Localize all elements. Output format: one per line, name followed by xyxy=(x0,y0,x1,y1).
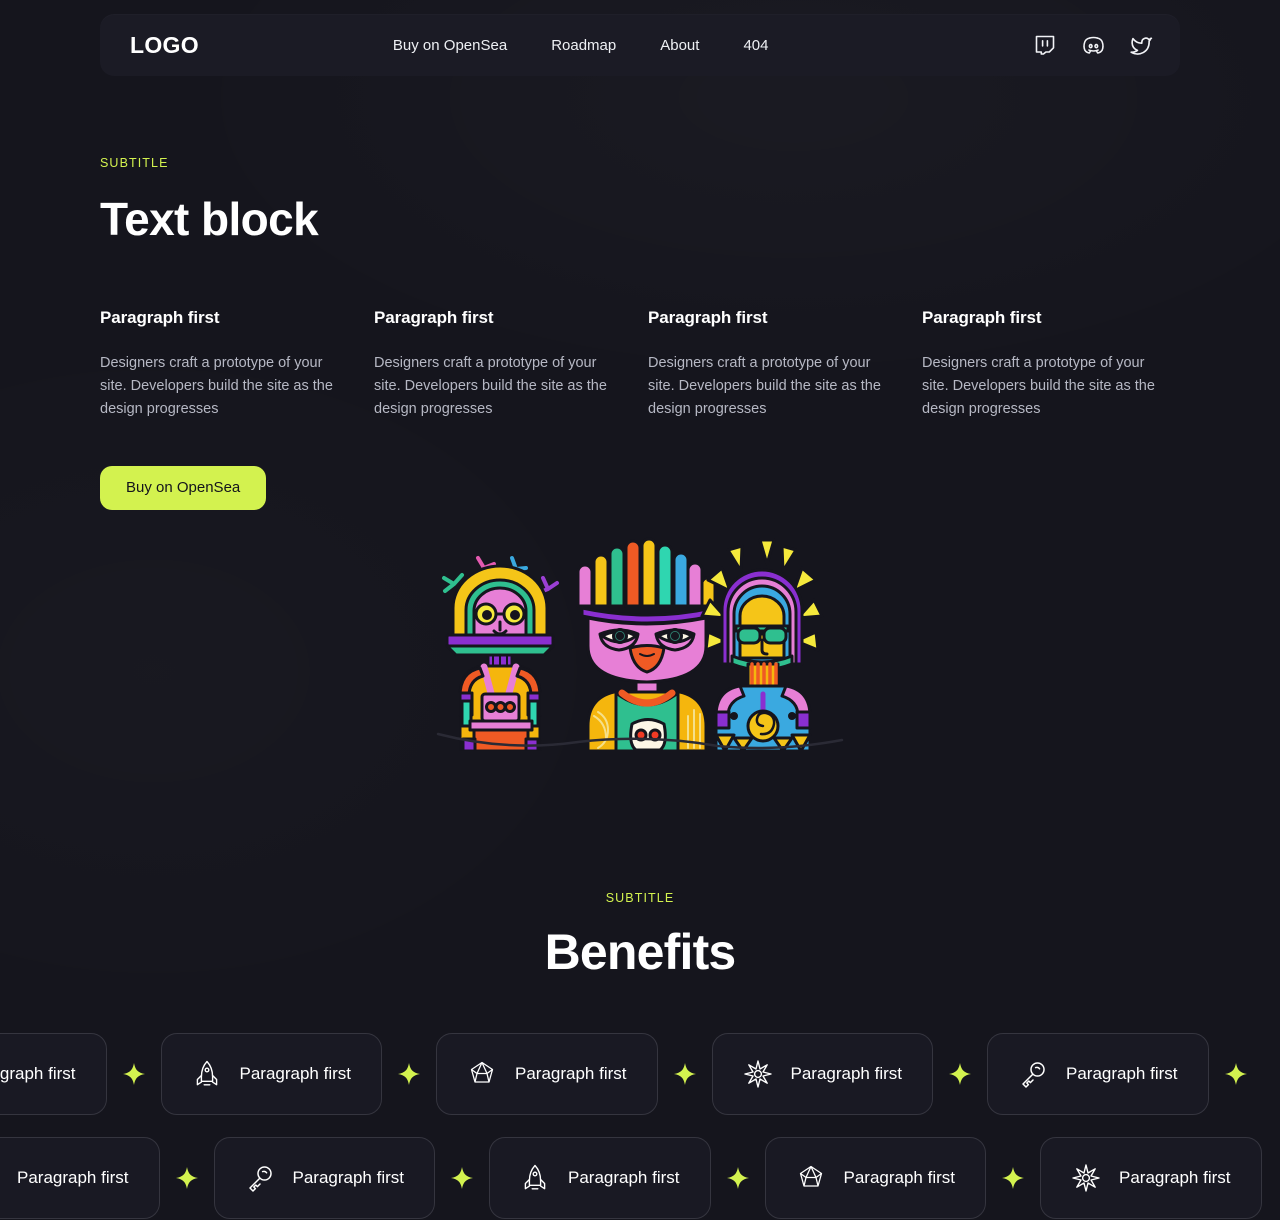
benefit-chip[interactable]: Paragraph first xyxy=(764,1137,986,1219)
feature-column-body: Designers craft a prototype of your site… xyxy=(374,355,607,417)
sparkle-icon xyxy=(986,1167,1040,1189)
astronaut-character xyxy=(442,556,559,751)
benefit-chip[interactable]: Paragraph first xyxy=(436,1033,658,1115)
sunburst-character xyxy=(700,538,824,751)
twitter-icon[interactable] xyxy=(1128,32,1154,58)
nav-link-404[interactable]: 404 xyxy=(743,37,768,54)
gem-icon xyxy=(467,1059,497,1089)
rocket-icon xyxy=(192,1059,222,1089)
sparkle-icon xyxy=(1209,1063,1263,1085)
nav-link-buy-on-opensea[interactable]: Buy on OpenSea xyxy=(393,37,507,54)
benefits-marquee-row-1: Paragraph first Paragraph first xyxy=(0,1033,1280,1115)
benefit-label: Paragraph first xyxy=(843,1168,956,1187)
benefit-chip[interactable]: Paragraph first xyxy=(0,1033,107,1115)
feature-column: Paragraph first Designers craft a protot… xyxy=(922,308,1196,421)
sparkle-icon xyxy=(435,1167,489,1189)
sparkle-icon xyxy=(382,1063,436,1085)
nav-link-roadmap[interactable]: Roadmap xyxy=(551,37,616,54)
benefits-track: Paragraph first Paragraph first xyxy=(0,1137,1280,1219)
benefit-label: Paragraph first xyxy=(239,1064,352,1083)
benefit-label: Paragraph first xyxy=(17,1168,129,1187)
benefits-track: Paragraph first Paragraph first xyxy=(0,1033,1280,1115)
benefits-header: SUBTITLE Benefits xyxy=(0,891,1280,981)
benefit-label: Paragraph first xyxy=(1066,1064,1178,1083)
key-icon xyxy=(1018,1059,1048,1089)
sparkle-icon xyxy=(107,1063,161,1085)
benefit-label: Paragraph first xyxy=(0,1064,76,1083)
benefit-chip[interactable]: Paragraph first xyxy=(160,1033,382,1115)
social-links xyxy=(1032,32,1154,58)
buy-on-opensea-button[interactable]: Buy on OpenSea xyxy=(100,466,267,510)
gem-icon xyxy=(796,1163,826,1193)
feature-column-title: Paragraph first xyxy=(374,308,494,327)
benefit-label: Paragraph first xyxy=(790,1064,903,1083)
sparkle-icon xyxy=(933,1063,987,1085)
page-title: Text block xyxy=(100,193,319,245)
benefit-label: Paragraph first xyxy=(568,1168,680,1187)
benefits-title: Benefits xyxy=(544,924,737,980)
text-block-section: SUBTITLE Text block Paragraph first Desi… xyxy=(0,156,1280,510)
benefit-chip[interactable]: Paragraph first xyxy=(711,1033,933,1115)
feature-columns: Paragraph first Designers craft a protot… xyxy=(100,308,1180,421)
sparkle-icon xyxy=(160,1167,214,1189)
benefit-chip[interactable]: Paragraph first xyxy=(489,1137,711,1219)
feature-column-title: Paragraph first xyxy=(648,308,768,327)
main-nav: Buy on OpenSea Roadmap About 404 xyxy=(393,37,769,54)
starburst-icon xyxy=(743,1059,773,1089)
nft-characters-artwork xyxy=(436,537,844,751)
benefit-label: Paragraph first xyxy=(292,1168,405,1187)
logo[interactable]: LOGO xyxy=(130,32,199,59)
feature-column: Paragraph first Designers craft a protot… xyxy=(100,308,374,421)
feature-column-title: Paragraph first xyxy=(100,308,220,327)
benefit-chip[interactable]: Paragraph first xyxy=(1040,1137,1262,1219)
feature-column-body: Designers craft a prototype of your site… xyxy=(100,355,333,417)
feathered-character xyxy=(576,537,717,751)
nav-link-about[interactable]: About xyxy=(660,37,699,54)
navbar: LOGO Buy on OpenSea Roadmap About 404 xyxy=(100,14,1180,76)
feature-column: Paragraph first Designers craft a protot… xyxy=(374,308,648,421)
benefit-chip[interactable]: Paragraph first xyxy=(987,1033,1209,1115)
feature-column: Paragraph first Designers craft a protot… xyxy=(648,308,922,421)
discord-icon[interactable] xyxy=(1080,32,1106,58)
benefit-label: Paragraph first xyxy=(1119,1168,1231,1187)
starburst-icon xyxy=(1071,1163,1101,1193)
text-block-eyebrow: SUBTITLE xyxy=(100,156,169,170)
sparkle-icon xyxy=(711,1167,765,1189)
benefit-chip[interactable]: Paragraph first xyxy=(0,1137,160,1219)
benefits-eyebrow: SUBTITLE xyxy=(605,891,675,905)
feature-column-title: Paragraph first xyxy=(922,308,1042,327)
benefits-section: SUBTITLE Benefits Paragraph first xyxy=(0,891,1280,1219)
rocket-icon xyxy=(520,1163,550,1193)
sparkle-icon xyxy=(658,1063,712,1085)
feature-column-body: Designers craft a prototype of your site… xyxy=(922,355,1155,417)
twitch-icon[interactable] xyxy=(1032,32,1058,58)
benefit-label: Paragraph first xyxy=(515,1064,627,1083)
key-icon xyxy=(245,1163,275,1193)
header-region: LOGO Buy on OpenSea Roadmap About 404 xyxy=(0,0,1280,76)
benefit-chip[interactable]: Paragraph first xyxy=(213,1137,435,1219)
feature-column-body: Designers craft a prototype of your site… xyxy=(648,355,881,417)
benefits-marquee-row-2: Paragraph first Paragraph first Paragrap… xyxy=(0,1137,1280,1219)
hero-illustration xyxy=(0,536,1280,751)
